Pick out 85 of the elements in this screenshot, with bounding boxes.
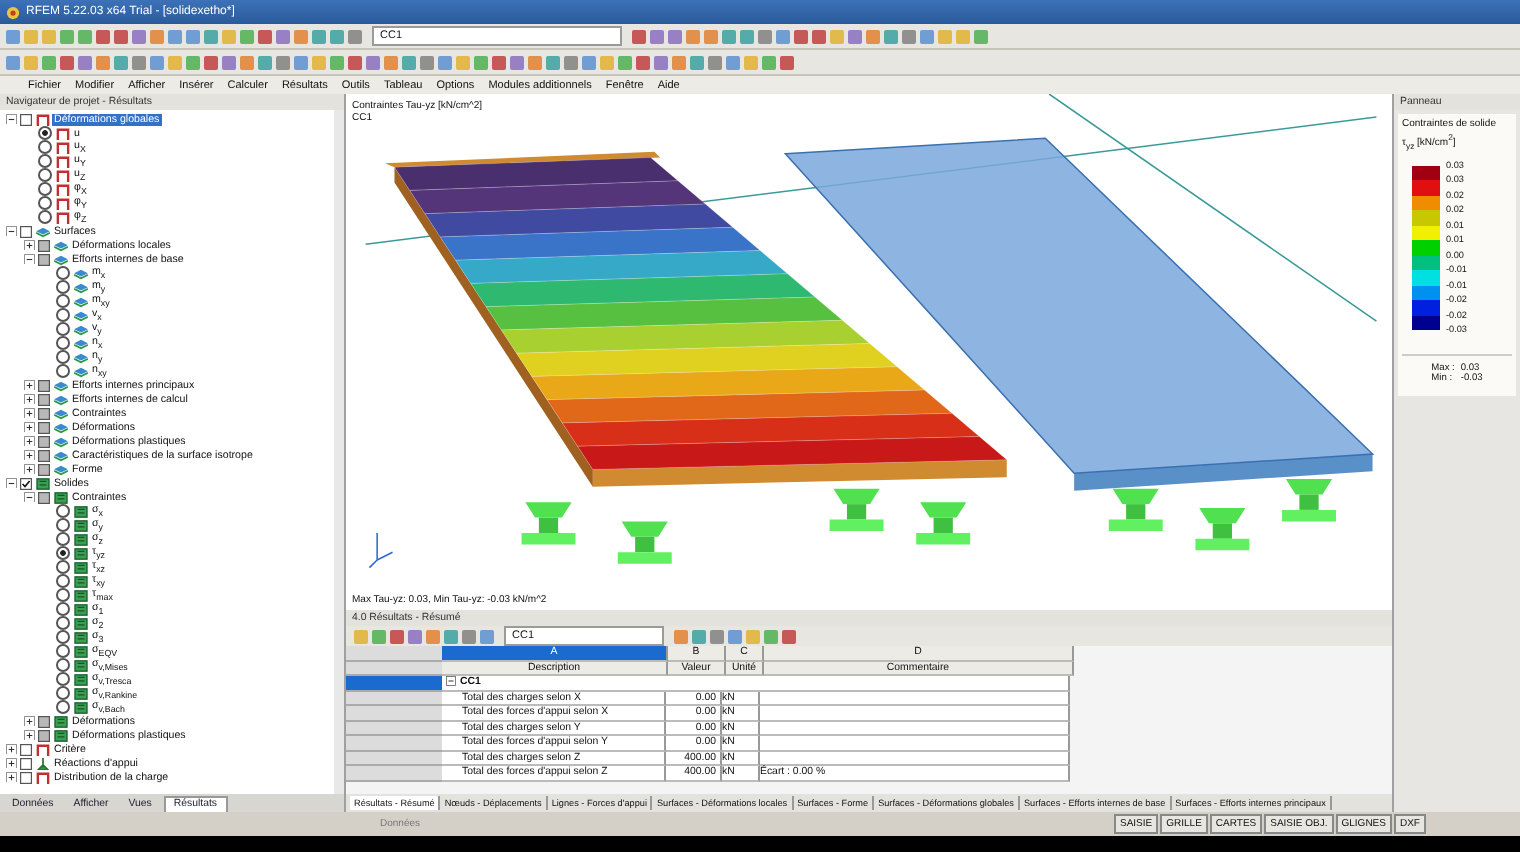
checkbox[interactable] bbox=[20, 113, 32, 125]
checkbox[interactable] bbox=[38, 421, 50, 433]
surface-icon bbox=[35, 225, 49, 237]
checkbox[interactable] bbox=[38, 435, 50, 447]
axis-triad bbox=[368, 532, 394, 569]
checkbox[interactable] bbox=[20, 225, 32, 237]
checkbox[interactable] bbox=[20, 477, 32, 489]
checkbox[interactable] bbox=[20, 743, 32, 755]
row-header[interactable] bbox=[346, 676, 442, 691]
radio-button[interactable] bbox=[56, 588, 70, 602]
frame-icon bbox=[35, 743, 49, 755]
radio-button[interactable] bbox=[38, 210, 52, 224]
expand-icon[interactable] bbox=[24, 449, 35, 461]
expand-icon[interactable] bbox=[24, 729, 35, 741]
radio-button[interactable] bbox=[56, 686, 70, 700]
radio-button[interactable] bbox=[56, 350, 70, 364]
collapse-icon[interactable] bbox=[24, 491, 35, 503]
radio-button[interactable] bbox=[56, 308, 70, 322]
support-block bbox=[829, 488, 884, 532]
radio-button[interactable] bbox=[56, 546, 70, 560]
app-icon bbox=[6, 5, 20, 19]
radio-button[interactable] bbox=[38, 182, 52, 196]
radio-button[interactable] bbox=[56, 518, 70, 532]
radio-button[interactable] bbox=[56, 616, 70, 630]
radio-button[interactable] bbox=[56, 364, 70, 378]
support-block bbox=[617, 521, 672, 564]
expand-icon[interactable] bbox=[24, 715, 35, 727]
radio-button[interactable] bbox=[56, 630, 70, 644]
expand-icon[interactable] bbox=[24, 239, 35, 251]
radio-button[interactable] bbox=[56, 658, 70, 672]
collapse-icon[interactable] bbox=[6, 225, 17, 237]
checkbox[interactable] bbox=[38, 253, 50, 265]
radio-button[interactable] bbox=[56, 294, 70, 308]
checkbox[interactable] bbox=[38, 463, 50, 475]
expand-icon[interactable] bbox=[24, 421, 35, 433]
solid-icon bbox=[35, 477, 49, 489]
radio-button[interactable] bbox=[38, 126, 52, 140]
frame-icon bbox=[35, 771, 49, 783]
row-header[interactable] bbox=[346, 736, 442, 751]
expand-icon[interactable] bbox=[24, 379, 35, 391]
row-header[interactable] bbox=[346, 706, 442, 721]
support-icon bbox=[35, 757, 49, 769]
radio-button[interactable] bbox=[56, 560, 70, 574]
checkbox[interactable] bbox=[20, 771, 32, 783]
checkbox[interactable] bbox=[38, 239, 50, 251]
radio-button[interactable] bbox=[56, 574, 70, 588]
row-header[interactable] bbox=[346, 766, 442, 781]
radio-button[interactable] bbox=[56, 504, 70, 518]
expand-icon[interactable] bbox=[24, 435, 35, 447]
checkbox[interactable] bbox=[38, 491, 50, 503]
radio-button[interactable] bbox=[56, 532, 70, 546]
radio-button[interactable] bbox=[56, 644, 70, 658]
radio-button[interactable] bbox=[56, 700, 70, 714]
support-block bbox=[1195, 507, 1250, 551]
checkbox[interactable] bbox=[20, 757, 32, 769]
checkbox[interactable] bbox=[38, 449, 50, 461]
expand-icon[interactable] bbox=[24, 407, 35, 419]
radio-button[interactable] bbox=[38, 196, 52, 210]
expand-icon[interactable] bbox=[24, 463, 35, 475]
collapse-icon[interactable] bbox=[24, 253, 35, 265]
radio-button[interactable] bbox=[56, 602, 70, 616]
checkbox[interactable] bbox=[38, 715, 50, 727]
checkbox[interactable] bbox=[38, 393, 50, 405]
checkbox[interactable] bbox=[38, 729, 50, 741]
collapse-icon[interactable] bbox=[6, 113, 17, 125]
radio-button[interactable] bbox=[56, 266, 70, 280]
support-block bbox=[916, 502, 971, 545]
checkbox[interactable] bbox=[38, 407, 50, 419]
radio-button[interactable] bbox=[56, 280, 70, 294]
expand-icon[interactable] bbox=[6, 743, 17, 755]
radio-button[interactable] bbox=[56, 322, 70, 336]
collapse-icon[interactable] bbox=[6, 477, 17, 489]
support-block bbox=[1282, 479, 1336, 522]
radio-button[interactable] bbox=[56, 336, 70, 350]
checkbox[interactable] bbox=[38, 379, 50, 391]
radio-button[interactable] bbox=[56, 672, 70, 686]
solid-icon bbox=[53, 491, 67, 503]
radio-button[interactable] bbox=[38, 154, 52, 168]
expand-icon[interactable] bbox=[6, 771, 17, 783]
support-block bbox=[521, 502, 576, 545]
radio-button[interactable] bbox=[38, 140, 52, 154]
support-block bbox=[1108, 488, 1163, 532]
expand-icon[interactable] bbox=[6, 757, 17, 769]
expand-icon[interactable] bbox=[24, 393, 35, 405]
radio-button[interactable] bbox=[38, 168, 52, 182]
